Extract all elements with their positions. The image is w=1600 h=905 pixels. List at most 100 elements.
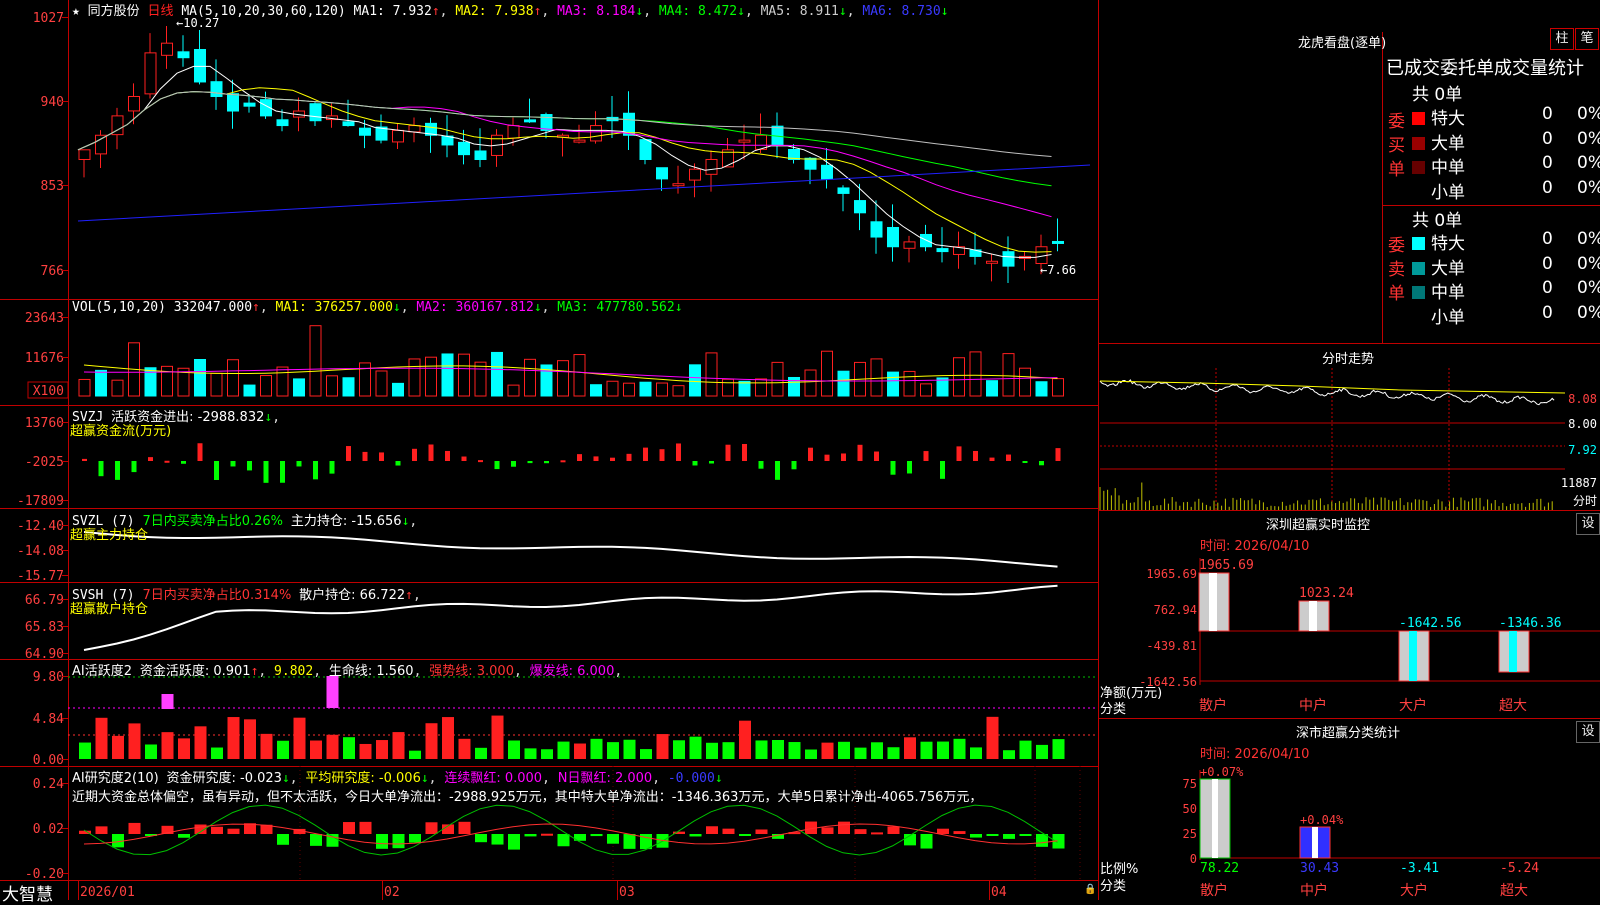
research-bar <box>409 834 421 843</box>
volume-bar <box>606 380 619 397</box>
research-bar <box>838 821 850 834</box>
period-label[interactable]: 日线 <box>148 4 174 19</box>
volume-bar <box>738 380 751 397</box>
research-bar <box>821 827 834 834</box>
money-flow-bar <box>247 461 252 471</box>
svzj-tick-0: 13760 <box>25 416 64 431</box>
ma3-value: MA3: 8.184 <box>557 4 636 19</box>
low-price-mark: ←7.66 <box>1040 263 1076 277</box>
x-axis-label-3: 04 <box>991 885 1007 900</box>
svzl-hold: 主力持仓: -15.656 <box>290 514 402 529</box>
research-bar <box>970 834 982 838</box>
svzl-subtitle: 超赢主力持仓 <box>70 528 149 543</box>
research-bar <box>310 834 322 846</box>
activity-bar <box>475 747 487 759</box>
sell-total: 共 0单 <box>1412 211 1463 231</box>
ma4-value: MA4: 8.472 <box>658 4 738 19</box>
money-flow-bar <box>725 444 731 461</box>
intraday-price-line <box>1099 379 1555 406</box>
activity-bar <box>277 740 289 759</box>
research-bar <box>524 834 537 837</box>
money-flow-bar <box>527 461 533 464</box>
activity-bar <box>640 749 652 759</box>
sz-bar-highlight <box>1309 601 1317 631</box>
research-bar <box>854 829 867 834</box>
order-pct: 0% <box>1577 278 1600 298</box>
order-swatch <box>1412 185 1425 199</box>
volume-stats-title[interactable]: 已成交委托单成交量统计 <box>1386 54 1584 80</box>
svsh-subtitle: 超赢散户持仓 <box>70 602 149 617</box>
candle-body <box>507 125 520 139</box>
pen-mode-button[interactable]: 笔 <box>1575 28 1599 50</box>
volume-bar <box>903 370 916 397</box>
volume-bar <box>111 379 124 397</box>
class-category-1: 中户 <box>1300 882 1328 899</box>
candle-body <box>524 119 536 123</box>
sz-bar-highlight <box>1209 573 1217 631</box>
candle-body <box>194 49 206 83</box>
bar-mode-button[interactable]: 柱 <box>1550 28 1574 50</box>
sz-bar-3 <box>1498 630 1530 673</box>
order-swatch <box>1412 310 1425 324</box>
class-category-label: 分类 <box>1100 879 1127 894</box>
svzj-tick-2: -17809 <box>17 494 64 509</box>
money-flow-bar <box>494 461 500 470</box>
intraday-vol-unit: 分时 <box>1573 494 1597 508</box>
sz-monitor-settings-button[interactable]: 设 <box>1576 513 1600 535</box>
candle-body <box>986 260 998 264</box>
activity-bar <box>359 743 372 759</box>
volume-bar <box>705 352 718 397</box>
sz-bar-value-3: -1346.36 <box>1499 616 1562 631</box>
money-flow-bar <box>956 446 962 461</box>
class-tick-2: 25 <box>1183 827 1197 841</box>
research-bar <box>343 822 355 834</box>
research-bar <box>277 834 289 845</box>
kline-tick-1: 940 <box>41 95 64 110</box>
class-value-0: 78.22 <box>1200 861 1239 876</box>
class-stats-settings-button[interactable]: 设 <box>1576 721 1600 743</box>
activity-burst-bar <box>161 694 174 709</box>
sz-category-1: 中户 <box>1299 697 1327 714</box>
activity-bar <box>310 740 322 759</box>
chart-canvas[interactable]: 1027 940 853 766 23643 11676 X100 13760 -2025 -17… <box>0 0 1600 900</box>
activity-bar <box>458 738 471 759</box>
ma5-value: MA5: 8.911 <box>760 4 839 19</box>
volume-bar <box>1052 378 1064 397</box>
order-swatch <box>1412 136 1425 150</box>
volume-bar <box>821 350 833 397</box>
money-flow-bar <box>329 461 335 474</box>
activity-bar <box>1052 739 1065 759</box>
intraday-title[interactable]: 分时走势 <box>1322 348 1374 367</box>
order-type: 小单 <box>1431 307 1465 328</box>
ai2-header: AI研究度2(10) 资金研究度: -0.023↓, 平均研究度: -0.006… <box>72 771 723 786</box>
research-bar <box>359 821 372 834</box>
order-row-2: 中单 0 0% <box>1412 153 1600 178</box>
sz-bar-highlight <box>1409 631 1417 681</box>
candle-body <box>78 149 91 160</box>
volume-bar <box>161 365 173 397</box>
candle-body <box>656 167 668 180</box>
candle-body <box>95 134 107 155</box>
activity-bar <box>211 747 223 759</box>
lock-icon[interactable]: 🔒 <box>1084 884 1096 895</box>
volume-bar <box>425 356 437 397</box>
money-flow-bar <box>577 454 582 461</box>
money-flow-bar <box>692 461 698 466</box>
order-pct: 0% <box>1577 128 1600 149</box>
candle-body <box>144 52 157 95</box>
ai2-comment: 近期大资金总体偏空，虽有异动，但不太活跃，今日大单净流出：-2988.925万元… <box>72 790 983 805</box>
money-flow-bar <box>461 456 467 461</box>
ma6-line <box>77 164 1091 222</box>
ma5-line <box>77 91 1052 157</box>
star-icon[interactable]: ★ <box>72 4 80 19</box>
activity-bar <box>920 741 933 759</box>
money-flow-bar <box>313 461 318 480</box>
sz-category-0: 散户 <box>1199 697 1227 714</box>
activity-bar <box>79 742 91 759</box>
order-swatch <box>1412 237 1425 250</box>
dragon-title: 龙虎看盘(逐单) <box>1298 36 1387 51</box>
class-bar-mid-highlight <box>1312 827 1318 858</box>
stock-name[interactable]: 同方股份 <box>88 4 140 19</box>
activity-bar <box>1019 740 1032 759</box>
activity-bar <box>343 737 355 759</box>
